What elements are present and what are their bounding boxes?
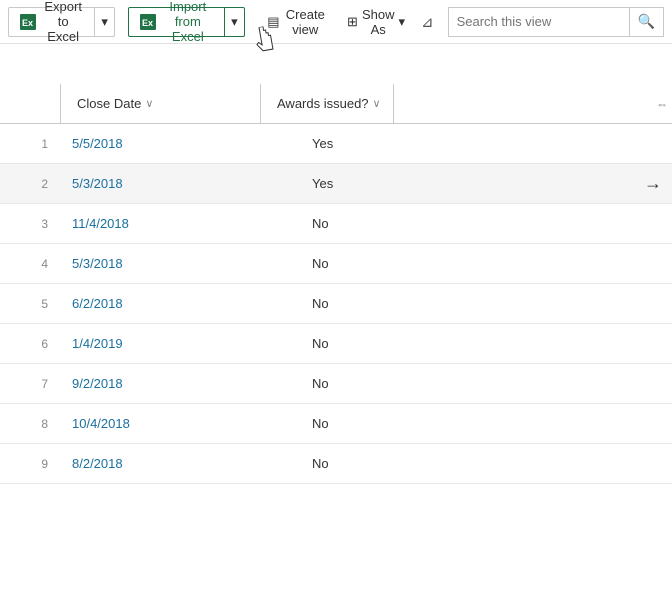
- table-row: 4 5/3/2018 No: [0, 244, 672, 284]
- cell-awards-issued: Yes: [300, 176, 500, 191]
- row-number: 8: [0, 417, 60, 431]
- create-view-button[interactable]: ▤ Create view: [257, 7, 337, 37]
- divider-1: [121, 10, 122, 34]
- cell-close-date[interactable]: 10/4/2018: [60, 416, 300, 431]
- resize-icon: ⇔: [656, 97, 668, 111]
- cell-awards-issued: No: [300, 376, 500, 391]
- show-as-button[interactable]: ⊞ Show As ▾: [337, 7, 415, 37]
- col-header-close-date[interactable]: Close Date ∨: [60, 84, 260, 123]
- import-excel-caret[interactable]: ▾: [224, 7, 245, 37]
- table-row: 1 5/5/2018 Yes: [0, 124, 672, 164]
- svg-text:Ex: Ex: [22, 18, 33, 28]
- cell-awards-issued: No: [300, 216, 500, 231]
- create-view-label: Create view: [284, 7, 327, 37]
- table-row: 2 5/3/2018 Yes →: [0, 164, 672, 204]
- awards-issued-sort-icon: ∨: [373, 97, 381, 110]
- col-header-awards-issued[interactable]: Awards issued? ∨: [260, 84, 393, 123]
- filter-icon: ⊿: [421, 14, 434, 31]
- cell-awards-issued: No: [300, 416, 500, 431]
- search-box: 🔍: [448, 7, 664, 37]
- search-icon: 🔍: [638, 13, 655, 29]
- table-row: 8 10/4/2018 No: [0, 404, 672, 444]
- table-row: 5 6/2/2018 No: [0, 284, 672, 324]
- cell-close-date[interactable]: 9/2/2018: [60, 376, 300, 391]
- search-button[interactable]: 🔍: [629, 8, 663, 36]
- import-excel-group: Ex Import from Excel ▾: [128, 7, 245, 37]
- row-number: 1: [0, 137, 60, 151]
- cell-close-date[interactable]: 5/5/2018: [60, 136, 300, 151]
- show-as-icon: ⊞: [347, 14, 358, 30]
- create-view-icon: ▤: [267, 14, 279, 30]
- cell-awards-issued: Yes: [300, 136, 500, 151]
- cell-close-date[interactable]: 8/2/2018: [60, 456, 300, 471]
- import-excel-icon: Ex: [139, 13, 157, 31]
- export-excel-group: Ex Export to Excel ▾: [8, 7, 115, 37]
- cell-awards-issued: No: [300, 336, 500, 351]
- toolbar-right: ⊿ 🔍: [415, 7, 664, 37]
- export-excel-icon: Ex: [19, 13, 37, 31]
- row-number: 3: [0, 217, 60, 231]
- row-number: 9: [0, 457, 60, 471]
- close-date-sort-icon: ∨: [145, 97, 153, 110]
- col-resize-handle[interactable]: ⇔: [393, 84, 672, 123]
- cell-close-date[interactable]: 5/3/2018: [60, 256, 300, 271]
- show-as-caret-icon: ▾: [398, 14, 405, 30]
- cell-close-date[interactable]: 1/4/2019: [60, 336, 300, 351]
- import-caret-icon: ▾: [231, 14, 238, 30]
- cell-awards-issued: No: [300, 256, 500, 271]
- row-number: 6: [0, 337, 60, 351]
- toolbar: Ex Export to Excel ▾ Ex Import from Exce…: [0, 0, 672, 44]
- table-row: 9 8/2/2018 No: [0, 444, 672, 484]
- row-arrow-icon: →: [644, 173, 662, 194]
- divider-2: [251, 10, 252, 34]
- cell-awards-issued: No: [300, 456, 500, 471]
- data-table: 1 5/5/2018 Yes 2 5/3/2018 Yes → 3 11/4/2…: [0, 124, 672, 484]
- row-number: 7: [0, 377, 60, 391]
- cell-close-date[interactable]: 5/3/2018: [60, 176, 300, 191]
- export-excel-button[interactable]: Ex Export to Excel: [8, 7, 94, 37]
- export-excel-label: Export to Excel: [42, 0, 84, 44]
- import-excel-label: Import from Excel: [162, 0, 214, 44]
- table-row: 3 11/4/2018 No: [0, 204, 672, 244]
- cell-awards-issued: No: [300, 296, 500, 311]
- svg-text:Ex: Ex: [142, 18, 153, 28]
- cell-close-date[interactable]: 11/4/2018: [60, 216, 300, 231]
- row-number: 5: [0, 297, 60, 311]
- awards-issued-label: Awards issued?: [277, 96, 369, 111]
- export-caret-icon: ▾: [101, 14, 108, 30]
- column-headers: Close Date ∨ Awards issued? ∨ ⇔: [0, 84, 672, 124]
- search-input[interactable]: [449, 14, 629, 29]
- cell-close-date[interactable]: 6/2/2018: [60, 296, 300, 311]
- table-row: 7 9/2/2018 No: [0, 364, 672, 404]
- row-number: 4: [0, 257, 60, 271]
- filter-button[interactable]: ⊿: [415, 9, 440, 35]
- show-as-label: Show As: [362, 7, 395, 37]
- row-number: 2: [0, 177, 60, 191]
- close-date-label: Close Date: [77, 96, 141, 111]
- table-row: 6 1/4/2019 No: [0, 324, 672, 364]
- export-excel-caret[interactable]: ▾: [94, 7, 115, 37]
- import-excel-button[interactable]: Ex Import from Excel: [128, 7, 224, 37]
